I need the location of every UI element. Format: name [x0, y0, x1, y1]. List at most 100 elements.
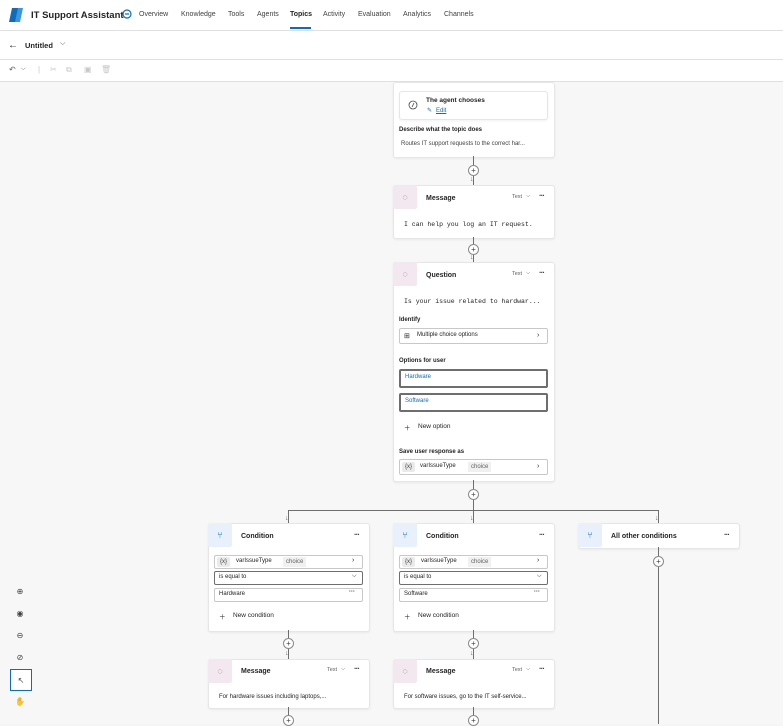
chevron-down-icon[interactable]: ⌵	[526, 193, 530, 200]
more-options-icon[interactable]: ···	[349, 589, 355, 595]
divider: |	[38, 65, 41, 74]
tab-topics[interactable]: Topics	[290, 11, 312, 18]
operator-select[interactable]: is equal to ⌵	[399, 571, 548, 585]
chevron-down-icon[interactable]: ⌵	[60, 40, 65, 48]
add-node-plus-icon[interactable]: +	[283, 715, 294, 726]
variable-type: choice	[283, 557, 307, 567]
connector-arrow-icon: ↓	[470, 515, 474, 522]
operator-value: is equal to	[219, 574, 247, 580]
save-response-label: Save user response as	[399, 449, 465, 455]
format-dropdown[interactable]: Text	[512, 194, 522, 200]
new-condition-button[interactable]: New condition	[418, 612, 459, 619]
option-text: Hardware	[405, 374, 432, 380]
connector-arrow-icon: ↓	[655, 515, 659, 522]
select-cursor-icon[interactable]: ↖	[10, 669, 32, 691]
format-dropdown[interactable]: Text	[512, 667, 522, 673]
operator-select[interactable]: is equal to ⌵	[214, 571, 363, 585]
plus-icon[interactable]: ＋	[219, 611, 226, 621]
new-option-button[interactable]: New option	[418, 423, 451, 430]
editor-toolbar	[0, 60, 783, 82]
chevron-down-icon[interactable]: ⌵	[526, 270, 530, 277]
identify-select[interactable]: ⊞ Multiple choice options ›	[399, 328, 548, 344]
more-options-icon[interactable]: ···	[539, 664, 545, 673]
add-node-plus-icon[interactable]: +	[468, 489, 479, 500]
describe-label: Describe what the topic does	[399, 127, 483, 133]
condition-title: Condition	[241, 533, 274, 540]
chat-bubble-icon: ◌	[393, 185, 417, 209]
more-options-icon[interactable]: ···	[539, 191, 545, 200]
zoom-out-icon[interactable]: ⊖	[10, 625, 30, 645]
identify-label: Identify	[399, 317, 421, 323]
condition-title: All other conditions	[611, 533, 677, 540]
zoom-in-icon[interactable]: ⊕	[10, 581, 30, 601]
back-arrow-icon[interactable]: ←	[8, 40, 18, 51]
active-tab-indicator	[290, 27, 311, 29]
tab-knowledge[interactable]: Knowledge	[181, 11, 216, 18]
authoring-canvas[interactable]	[0, 82, 783, 724]
operator-value: is equal to	[404, 574, 432, 580]
condition-variable-select[interactable]: {x} varIssueType choice ›	[399, 555, 548, 569]
plus-icon[interactable]: ＋	[404, 422, 411, 432]
more-options-icon[interactable]: ···	[534, 589, 540, 595]
copy-icon: ⧉	[66, 65, 72, 74]
save-variable-select[interactable]: {x} varIssueType choice ›	[399, 459, 548, 475]
minimap-icon[interactable]: ⊘	[10, 647, 30, 667]
tab-tools[interactable]: Tools	[228, 11, 244, 18]
add-node-plus-icon[interactable]: +	[653, 556, 664, 567]
tab-evaluation[interactable]: Evaluation	[358, 11, 391, 18]
tab-overview[interactable]: Overview	[139, 11, 168, 18]
plus-icon[interactable]: ＋	[404, 611, 411, 621]
message-text[interactable]: For software issues, go to the IT self-s…	[404, 694, 527, 700]
question-title: Question	[426, 272, 457, 279]
question-text[interactable]: Is your issue related to hardwar...	[404, 298, 541, 305]
tab-activity[interactable]: Activity	[323, 11, 345, 18]
topic-name[interactable]: Untitled	[25, 41, 53, 50]
more-options-icon[interactable]: ···	[354, 530, 360, 539]
format-dropdown[interactable]: Text	[512, 271, 522, 277]
message-text[interactable]: For hardware issues including laptops,..…	[219, 694, 326, 700]
more-options-icon[interactable]: ···	[539, 530, 545, 539]
condition-variable-select[interactable]: {x} varIssueType choice ›	[214, 555, 363, 569]
more-options-icon[interactable]: ···	[724, 530, 730, 539]
publish-status-icon[interactable]	[122, 9, 132, 19]
new-condition-button[interactable]: New condition	[233, 612, 274, 619]
add-node-plus-icon[interactable]: +	[468, 638, 479, 649]
chevron-down-icon[interactable]: ⌵	[526, 666, 530, 673]
message-node[interactable]	[393, 659, 555, 709]
trigger-chooser[interactable]	[399, 91, 548, 120]
variable-icon: {x}	[402, 462, 416, 472]
chevron-right-icon: ›	[537, 332, 540, 339]
options-label: Options for user	[399, 358, 446, 364]
chevron-down-icon: ⌵	[352, 573, 357, 579]
chevron-right-icon: ›	[537, 557, 540, 564]
add-node-plus-icon[interactable]: +	[468, 715, 479, 726]
edit-link[interactable]: Edit	[436, 108, 446, 114]
condition-value-input[interactable]: Software ···	[399, 588, 548, 602]
variable-name: varIssueType	[421, 558, 457, 564]
hand-icon[interactable]: ✋	[10, 691, 30, 711]
undo-icon[interactable]: ↶	[9, 65, 16, 74]
message-node[interactable]	[393, 185, 555, 239]
tab-channels[interactable]: Channels	[444, 11, 474, 18]
message-text[interactable]: I can help you log an IT request.	[404, 221, 533, 228]
tab-agents[interactable]: Agents	[257, 11, 279, 18]
message-node[interactable]	[208, 659, 370, 709]
chevron-right-icon: ›	[352, 557, 355, 564]
option-software-input[interactable]: Software	[399, 393, 548, 412]
undo-dropdown-chevron-icon[interactable]: ⌵	[21, 66, 26, 73]
chevron-down-icon[interactable]: ⌵	[341, 666, 345, 673]
pencil-icon[interactable]: ✎	[427, 107, 432, 114]
describe-value[interactable]: Routes IT support requests to the correc…	[401, 141, 525, 147]
condition-value-input[interactable]: Hardware ···	[214, 588, 363, 602]
tab-analytics[interactable]: Analytics	[403, 11, 431, 18]
connector-arrow-icon: ↓	[285, 515, 289, 522]
target-icon[interactable]: ◉	[10, 603, 30, 623]
paste-icon: ▣	[84, 65, 92, 74]
add-node-plus-icon[interactable]: +	[468, 165, 479, 176]
format-dropdown[interactable]: Text	[327, 667, 337, 673]
more-options-icon[interactable]: ···	[354, 664, 360, 673]
add-node-plus-icon[interactable]: +	[283, 638, 294, 649]
option-hardware-input[interactable]: Hardware	[399, 369, 548, 388]
more-options-icon[interactable]: ···	[539, 268, 545, 277]
connector-arrow-icon: ↓	[470, 254, 474, 261]
